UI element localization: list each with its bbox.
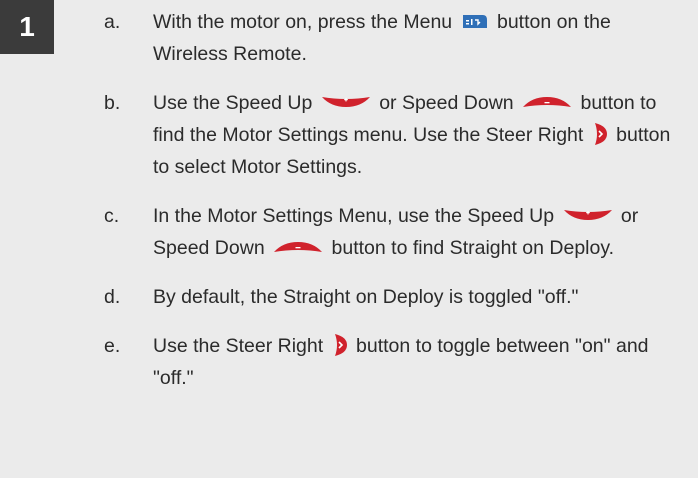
item-text: By default, the Straight on Deploy is to…	[153, 286, 579, 308]
speed-down-button-icon	[522, 95, 572, 109]
instruction-item-b: b. Use the Speed Up or Speed Down button…	[104, 87, 684, 183]
item-letter: c.	[104, 205, 120, 227]
instruction-panel: 1 a. With the motor on, press the Menu b…	[0, 0, 698, 478]
step-number-badge: 1	[0, 0, 54, 54]
instruction-item-d: d. By default, the Straight on Deploy is…	[104, 281, 684, 313]
item-text: In the Motor Settings Menu, use the Spee…	[153, 200, 684, 264]
item-text: With the motor on, press the Menu button…	[153, 6, 684, 70]
item-letter: e.	[104, 335, 121, 357]
item-text-part: Use the Steer Right	[153, 335, 324, 357]
item-letter: b.	[104, 92, 121, 114]
item-text-part: or Speed Down	[379, 92, 514, 114]
speed-up-button-icon	[563, 208, 613, 222]
item-text-part: button to find Straight on Deploy.	[331, 237, 615, 259]
instruction-item-e: e. Use the Steer Right button to toggle …	[104, 330, 684, 394]
instruction-item-a: a. With the motor on, press the Menu but…	[104, 6, 684, 70]
speed-up-button-icon	[321, 95, 371, 109]
item-letter: d.	[104, 286, 121, 308]
step-number: 1	[19, 11, 35, 42]
speed-down-button-icon	[273, 240, 323, 254]
item-text-part: In the Motor Settings Menu, use the Spee…	[153, 205, 555, 227]
steer-right-button-icon	[592, 122, 608, 146]
item-text-part: With the motor on, press the Menu	[153, 11, 453, 33]
instruction-list: a. With the motor on, press the Menu but…	[104, 6, 684, 411]
item-letter: a.	[104, 11, 121, 33]
item-text: Use the Speed Up or Speed Down button to…	[153, 87, 684, 183]
instruction-item-c: c. In the Motor Settings Menu, use the S…	[104, 200, 684, 264]
instruction-page: 1 a. With the motor on, press the Menu b…	[0, 0, 698, 478]
item-text-part: Use the Speed Up	[153, 92, 313, 114]
item-text: Use the Steer Right button to toggle bet…	[153, 330, 684, 394]
menu-button-icon	[461, 12, 489, 30]
steer-right-button-icon	[332, 333, 348, 357]
